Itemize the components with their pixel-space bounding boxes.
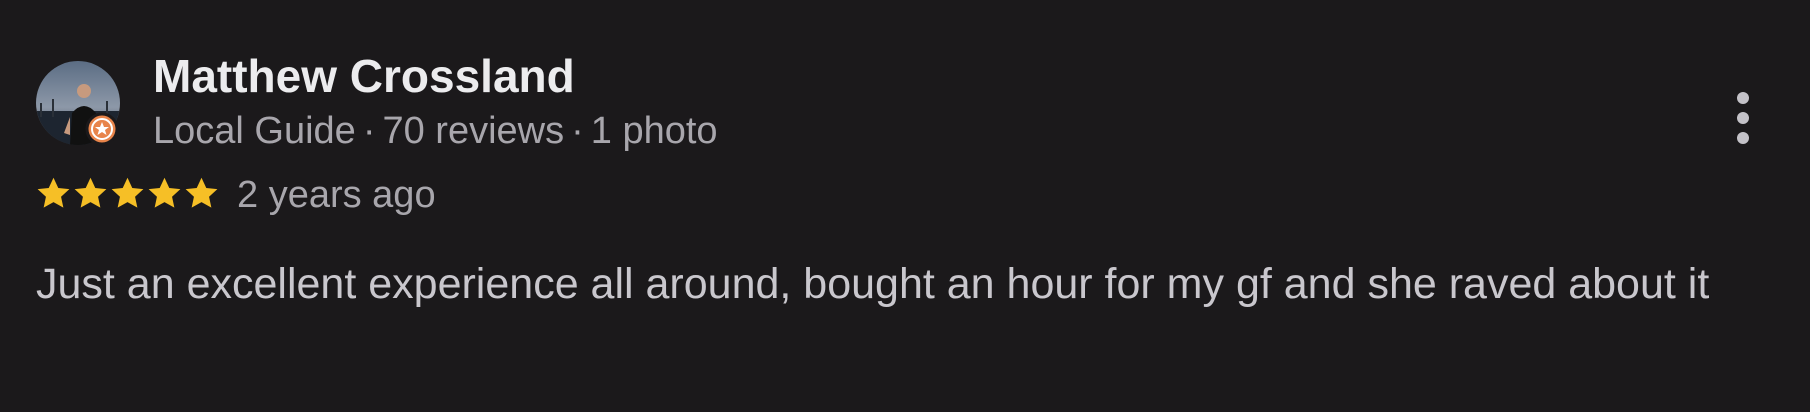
- review-count: 70 reviews: [382, 110, 565, 152]
- star-icon: [148, 177, 181, 208]
- star-icon: [185, 177, 218, 208]
- more-vert-icon: [1737, 92, 1749, 104]
- more-vert-icon: [1737, 112, 1749, 124]
- star-rating: [35, 175, 220, 215]
- avatar[interactable]: [36, 61, 120, 146]
- local-guide-label: Local Guide: [153, 110, 356, 152]
- review-text: Just an excellent experience all around,…: [36, 260, 1710, 308]
- review-time: 2 years ago: [237, 174, 436, 216]
- photo-count: 1 photo: [590, 110, 718, 152]
- review-card: Matthew Crossland Local Guide · 70 reviews…: [0, 0, 1810, 412]
- author-meta: Local Guide · 70 reviews · 1 photo: [153, 107, 718, 155]
- star-icon: [111, 177, 144, 208]
- star-icon: [74, 177, 107, 208]
- more-vert-icon: [1737, 132, 1749, 144]
- more-options-button[interactable]: [1728, 92, 1758, 144]
- star-icon: [37, 177, 70, 208]
- local-guide-badge-icon: [85, 112, 119, 146]
- meta-separator: ·: [362, 110, 376, 152]
- author-name[interactable]: Matthew Crossland: [153, 46, 575, 106]
- meta-separator: ·: [571, 110, 584, 152]
